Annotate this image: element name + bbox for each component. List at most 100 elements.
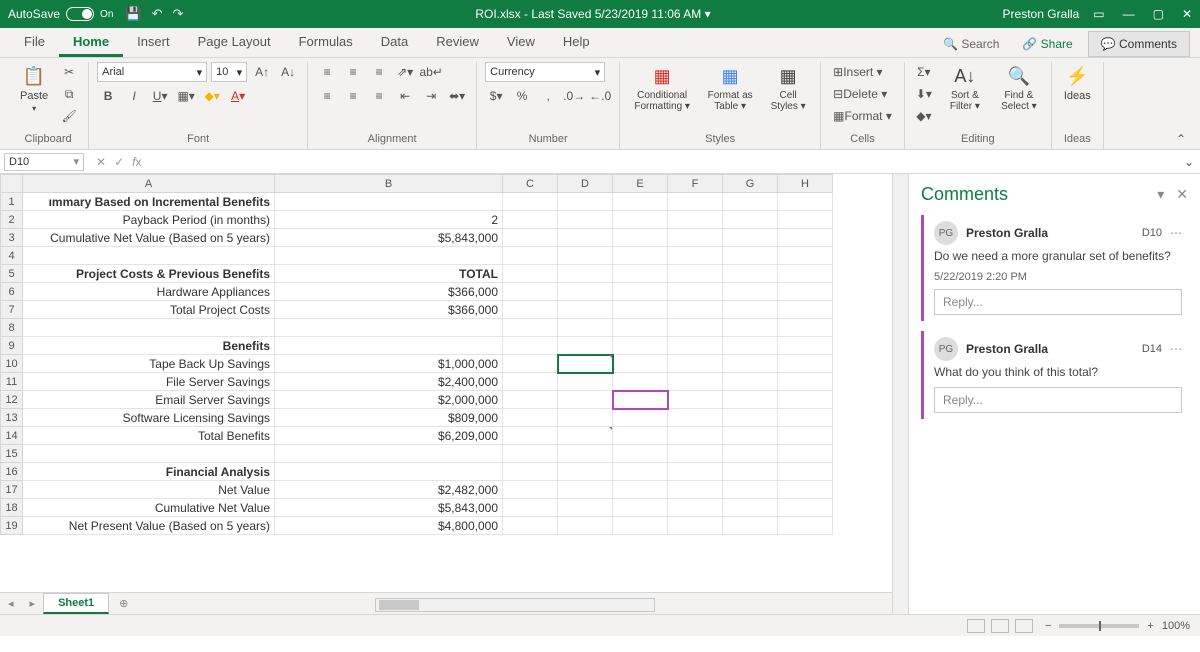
cell-F6[interactable] — [668, 283, 723, 301]
format-as-table-button[interactable]: ▦Format as Table ▾ — [702, 62, 758, 114]
cell-A4[interactable] — [23, 247, 275, 265]
cell-D4[interactable] — [558, 247, 613, 265]
zoom-slider[interactable] — [1059, 624, 1139, 628]
cell-C14[interactable] — [503, 427, 558, 445]
cell-H2[interactable] — [778, 211, 833, 229]
cell-C4[interactable] — [503, 247, 558, 265]
cell-E6[interactable] — [613, 283, 668, 301]
fx-icon[interactable]: fx — [132, 155, 141, 169]
tab-nav-prev-icon[interactable]: ◂ — [0, 597, 22, 610]
comments-button[interactable]: 💬 Comments — [1088, 31, 1190, 57]
cell-B9[interactable] — [275, 337, 503, 355]
cell-A3[interactable]: Cumulative Net Value (Based on 5 years) — [23, 229, 275, 247]
cell-G6[interactable] — [723, 283, 778, 301]
italic-icon[interactable]: I — [123, 86, 145, 106]
font-name-select[interactable]: Arial▾ — [97, 62, 207, 82]
cell-G7[interactable] — [723, 301, 778, 319]
col-header-G[interactable]: G — [723, 175, 778, 193]
copy-icon[interactable]: ⧉ — [58, 84, 80, 104]
cell-F1[interactable] — [668, 193, 723, 211]
row-header-1[interactable]: 1 — [1, 193, 23, 211]
cell-F5[interactable] — [668, 265, 723, 283]
cell-G2[interactable] — [723, 211, 778, 229]
cell-F16[interactable] — [668, 463, 723, 481]
cell-E18[interactable] — [613, 499, 668, 517]
cell-B1[interactable] — [275, 193, 503, 211]
cell-B2[interactable]: 2 — [275, 211, 503, 229]
cell-D15[interactable] — [558, 445, 613, 463]
tab-formulas[interactable]: Formulas — [285, 28, 367, 57]
cell-A18[interactable]: Cumulative Net Value — [23, 499, 275, 517]
zoom-in-icon[interactable]: + — [1147, 620, 1153, 632]
find-select-button[interactable]: 🔍Find & Select ▾ — [995, 62, 1043, 114]
cell-B11[interactable]: $2,400,000 — [275, 373, 503, 391]
align-center-icon[interactable]: ≡ — [342, 86, 364, 106]
align-left-icon[interactable]: ≡ — [316, 86, 338, 106]
cell-A7[interactable]: Total Project Costs — [23, 301, 275, 319]
indent-decrease-icon[interactable]: ⇤ — [394, 86, 416, 106]
cell-B3[interactable]: $5,843,000 — [275, 229, 503, 247]
cell-F14[interactable] — [668, 427, 723, 445]
cell-A12[interactable]: Email Server Savings — [23, 391, 275, 409]
cell-C5[interactable] — [503, 265, 558, 283]
tab-help[interactable]: Help — [549, 28, 604, 57]
cell-E14[interactable] — [613, 427, 668, 445]
align-top-icon[interactable]: ≡ — [316, 62, 338, 82]
decrease-decimal-icon[interactable]: ←.0 — [589, 86, 611, 106]
cell-H6[interactable] — [778, 283, 833, 301]
cell-D19[interactable] — [558, 517, 613, 535]
row-header-6[interactable]: 6 — [1, 283, 23, 301]
cell-C3[interactable] — [503, 229, 558, 247]
cell-D13[interactable] — [558, 409, 613, 427]
cell-E3[interactable] — [613, 229, 668, 247]
sheet-tab[interactable]: Sheet1 — [43, 593, 109, 614]
cell-H4[interactable] — [778, 247, 833, 265]
cell-G16[interactable] — [723, 463, 778, 481]
cell-D3[interactable] — [558, 229, 613, 247]
cell-H9[interactable] — [778, 337, 833, 355]
row-header-15[interactable]: 15 — [1, 445, 23, 463]
cell-C8[interactable] — [503, 319, 558, 337]
cell-A11[interactable]: File Server Savings — [23, 373, 275, 391]
cell-C11[interactable] — [503, 373, 558, 391]
zoom-level[interactable]: 100% — [1162, 620, 1190, 632]
page-break-view-icon[interactable] — [1015, 619, 1033, 633]
cell-C1[interactable] — [503, 193, 558, 211]
horizontal-scrollbar[interactable] — [138, 595, 892, 612]
align-middle-icon[interactable]: ≡ — [342, 62, 364, 82]
view-switcher[interactable] — [967, 619, 1033, 633]
row-header-13[interactable]: 13 — [1, 409, 23, 427]
comment-menu-icon[interactable]: ⋯ — [1170, 226, 1182, 240]
cell-F17[interactable] — [668, 481, 723, 499]
cell-G17[interactable] — [723, 481, 778, 499]
cell-G12[interactable] — [723, 391, 778, 409]
cell-H5[interactable] — [778, 265, 833, 283]
cell-G10[interactable] — [723, 355, 778, 373]
cell-A6[interactable]: Hardware Appliances — [23, 283, 275, 301]
cell-D16[interactable] — [558, 463, 613, 481]
cell-E19[interactable] — [613, 517, 668, 535]
row-header-11[interactable]: 11 — [1, 373, 23, 391]
cell-B15[interactable] — [275, 445, 503, 463]
cell-A1[interactable]: ımmary Based on Incremental Benefits — [23, 193, 275, 211]
cell-A19[interactable]: Net Present Value (Based on 5 years) — [23, 517, 275, 535]
cell-D7[interactable] — [558, 301, 613, 319]
row-header-8[interactable]: 8 — [1, 319, 23, 337]
merge-icon[interactable]: ⬌▾ — [446, 86, 468, 106]
row-header-10[interactable]: 10 — [1, 355, 23, 373]
row-header-17[interactable]: 17 — [1, 481, 23, 499]
comment-thread[interactable]: PG Preston Gralla D14 ⋯ What do you thin… — [921, 331, 1188, 419]
cell-C16[interactable] — [503, 463, 558, 481]
cell-G5[interactable] — [723, 265, 778, 283]
cell-G3[interactable] — [723, 229, 778, 247]
cell-G1[interactable] — [723, 193, 778, 211]
row-header-18[interactable]: 18 — [1, 499, 23, 517]
cell-G11[interactable] — [723, 373, 778, 391]
cell-G13[interactable] — [723, 409, 778, 427]
comment-cell-ref[interactable]: D14 — [1142, 343, 1162, 355]
cell-A10[interactable]: Tape Back Up Savings — [23, 355, 275, 373]
cell-F10[interactable] — [668, 355, 723, 373]
fill-icon[interactable]: ⬇▾ — [913, 84, 935, 104]
cell-H1[interactable] — [778, 193, 833, 211]
cell-F3[interactable] — [668, 229, 723, 247]
